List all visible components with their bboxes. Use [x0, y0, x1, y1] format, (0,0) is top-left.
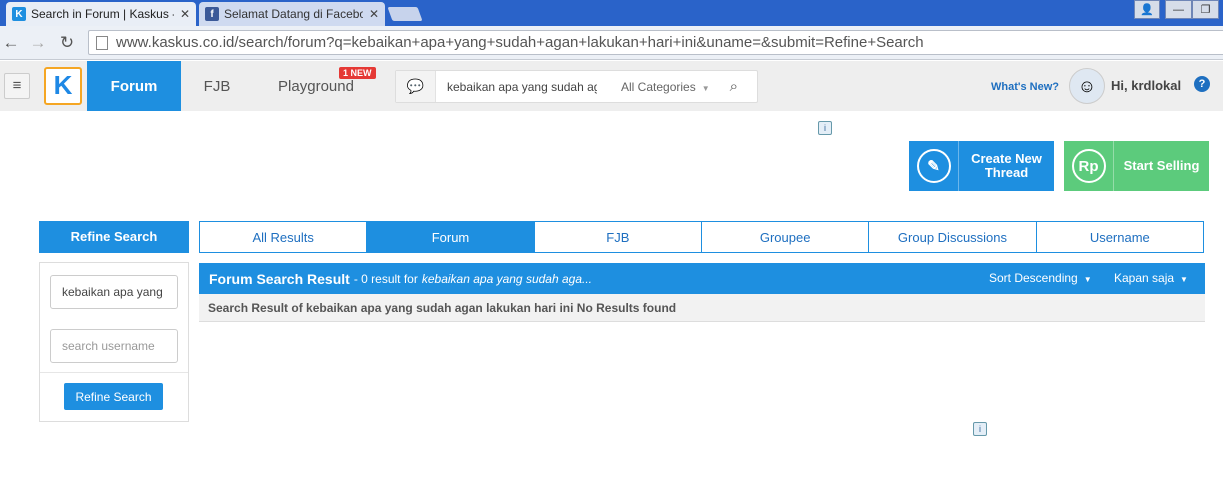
username-input[interactable]	[50, 329, 178, 363]
browser-tab-strip: K Search in Forum | Kaskus - ✕ f Selamat…	[0, 0, 1223, 26]
nav-fjb[interactable]: FJB	[193, 61, 241, 111]
reload-icon[interactable]: ↻	[57, 33, 77, 53]
browser-toolbar: ← → ↻ www.kaskus.co.id/search/forum?q=ke…	[0, 26, 1223, 60]
tab-forum[interactable]: Forum	[367, 222, 535, 252]
divider	[40, 372, 188, 373]
results-title: Forum Search Result	[209, 270, 350, 287]
sort-dropdown[interactable]: Sort Descending ▼	[989, 271, 1092, 285]
category-dropdown[interactable]: All Categories ▼	[621, 80, 710, 94]
ad-info-icon[interactable]: i	[818, 121, 832, 135]
tab-group-discussions[interactable]: Group Discussions	[869, 222, 1037, 252]
create-thread-label: Create New Thread	[971, 151, 1042, 180]
menu-icon[interactable]: ≡	[4, 73, 30, 99]
result-tabs: All Results Forum FJB Groupee Group Disc…	[199, 221, 1204, 253]
refine-search-heading: Refine Search	[39, 221, 189, 253]
site-header: ≡ K Forum FJB Playground 1 NEW 💬 All Cat…	[0, 61, 1223, 111]
tab-fjb[interactable]: FJB	[535, 222, 702, 252]
new-tab-button[interactable]	[387, 7, 423, 21]
results-query: kebaikan apa yang sudah aga...	[421, 271, 592, 286]
start-selling-button[interactable]: Rp Start Selling	[1064, 141, 1209, 191]
results-count: - 0 result for	[353, 271, 418, 286]
forward-arrow-icon[interactable]: →	[28, 33, 48, 53]
maximize-button[interactable]: ❐	[1192, 0, 1219, 19]
keyword-input[interactable]	[50, 275, 178, 309]
back-arrow-icon[interactable]: ←	[1, 33, 21, 53]
chevron-down-icon: ▼	[701, 83, 710, 93]
search-icon[interactable]: ⌕	[730, 78, 738, 95]
help-icon[interactable]: ?	[1194, 76, 1210, 92]
time-dropdown[interactable]: Kapan saja ▼	[1114, 271, 1188, 285]
new-badge: 1 NEW	[339, 67, 376, 79]
avatar[interactable]: ☺	[1069, 68, 1105, 104]
chevron-down-icon: ▼	[1180, 275, 1188, 284]
ad-info-icon[interactable]: i	[973, 422, 987, 436]
start-selling-label: Start Selling	[1123, 158, 1200, 173]
results-header: Forum Search Result - 0 result for kebai…	[199, 263, 1205, 294]
page-icon	[96, 35, 108, 50]
header-search-input[interactable]	[447, 71, 597, 102]
create-thread-button[interactable]: ✎ Create New Thread	[909, 141, 1054, 191]
kaskus-favicon-icon: K	[12, 7, 26, 21]
facebook-favicon-icon: f	[205, 7, 219, 21]
whats-new-link[interactable]: What's New?	[991, 81, 1059, 93]
minimize-button[interactable]: —	[1165, 0, 1192, 19]
close-tab-icon[interactable]: ✕	[369, 7, 379, 21]
nav-forum[interactable]: Forum	[87, 61, 181, 111]
tab-username[interactable]: Username	[1037, 222, 1203, 252]
rupiah-icon: Rp	[1064, 141, 1114, 191]
chevron-down-icon: ▼	[1083, 275, 1092, 284]
user-profile-icon[interactable]: 👤	[1134, 0, 1160, 19]
kaskus-logo[interactable]: K	[44, 67, 82, 105]
time-label: Kapan saja	[1114, 271, 1175, 285]
refine-search-button[interactable]: Refine Search	[64, 383, 163, 410]
browser-tab-title: Search in Forum | Kaskus -	[31, 7, 174, 21]
tab-groupee[interactable]: Groupee	[702, 222, 870, 252]
chat-bubble-icon[interactable]: 💬	[396, 71, 436, 102]
close-tab-icon[interactable]: ✕	[180, 7, 190, 21]
pencil-icon: ✎	[909, 141, 959, 191]
no-results-message: Search Result of kebaikan apa yang sudah…	[199, 294, 1205, 322]
sort-label: Sort Descending	[989, 271, 1078, 285]
user-greeting[interactable]: Hi, krdlokal	[1111, 78, 1181, 93]
address-url[interactable]: www.kaskus.co.id/search/forum?q=kebaikan…	[116, 34, 924, 51]
category-label: All Categories	[621, 79, 696, 94]
browser-tab-kaskus[interactable]: K Search in Forum | Kaskus - ✕	[6, 2, 196, 26]
header-search: 💬 All Categories ▼ ⌕	[395, 70, 758, 103]
tab-all-results[interactable]: All Results	[200, 222, 368, 252]
address-bar[interactable]: www.kaskus.co.id/search/forum?q=kebaikan…	[88, 30, 1223, 55]
refine-search-panel: Refine Search	[39, 262, 189, 422]
browser-tab-title: Selamat Datang di Facebo	[224, 7, 363, 21]
browser-tab-facebook[interactable]: f Selamat Datang di Facebo ✕	[199, 2, 385, 26]
